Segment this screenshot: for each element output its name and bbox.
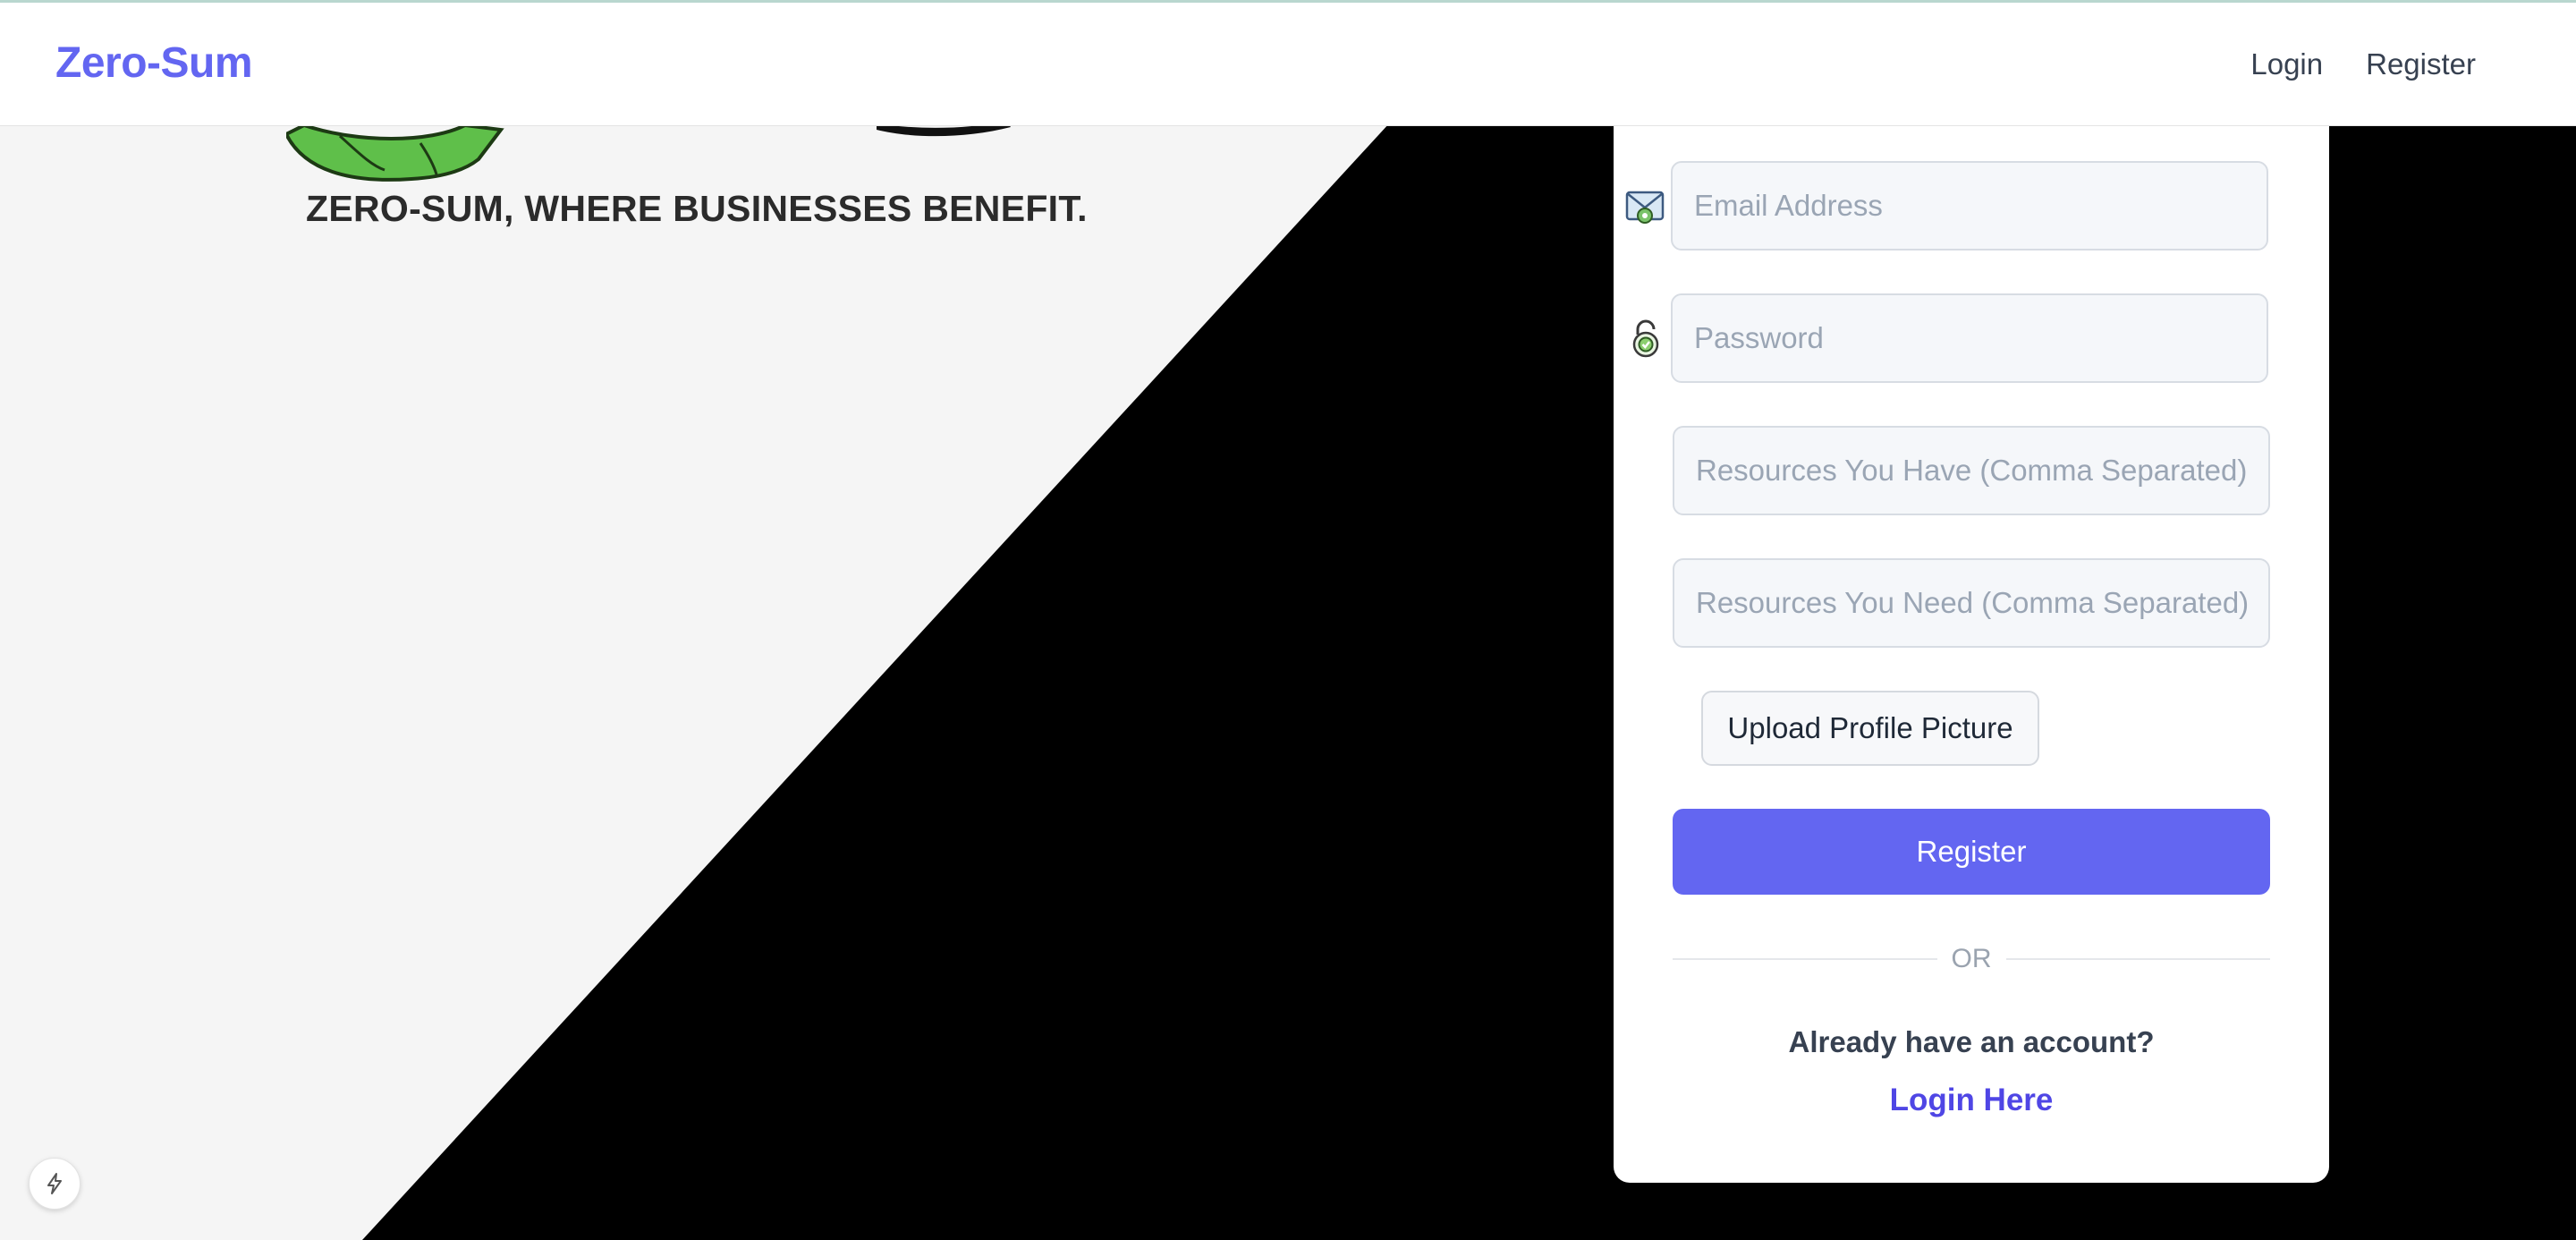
resources-have-row xyxy=(1624,426,2340,517)
already-have-account-text: Already have an account? xyxy=(1788,1025,2155,1058)
nav-links: Login Register xyxy=(2250,47,2476,81)
envelope-icon xyxy=(1625,191,1665,224)
email-row xyxy=(1624,161,2340,252)
register-button[interactable]: Register xyxy=(1673,809,2270,895)
divider-line-right xyxy=(2005,958,2270,960)
padlock-icon xyxy=(1632,319,1659,358)
password-field[interactable] xyxy=(1671,293,2268,383)
nav-register-link[interactable]: Register xyxy=(2366,47,2476,81)
brand-logo[interactable]: Zero-Sum xyxy=(55,38,253,88)
login-here-link[interactable]: Login Here xyxy=(1673,1083,2270,1118)
password-row xyxy=(1624,293,2340,385)
or-divider: OR xyxy=(1673,941,2270,977)
or-text: OR xyxy=(1951,944,1992,973)
upload-profile-picture-button[interactable]: Upload Profile Picture xyxy=(1701,691,2039,766)
top-navbar: Zero-Sum Login Register xyxy=(0,0,2576,126)
resources-need-field[interactable] xyxy=(1673,558,2270,648)
resources-need-row xyxy=(1624,558,2340,650)
resources-have-field[interactable] xyxy=(1673,426,2270,515)
hero-tagline: ZERO-SUM, WHERE BUSINESSES BENEFIT. xyxy=(306,188,1088,229)
lightning-icon xyxy=(47,1173,62,1194)
email-field[interactable] xyxy=(1671,161,2268,251)
divider-line-left xyxy=(1673,958,1937,960)
nav-login-link[interactable]: Login xyxy=(2250,47,2323,81)
dev-tools-badge[interactable] xyxy=(29,1158,80,1210)
